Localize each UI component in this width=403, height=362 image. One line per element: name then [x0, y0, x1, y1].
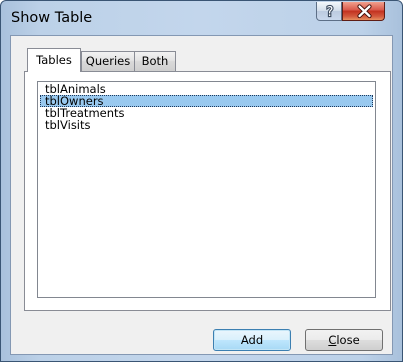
tab-tables-label: Tables [36, 53, 72, 67]
svg-text:?: ? [327, 5, 334, 20]
close-window-button[interactable] [342, 2, 385, 21]
add-button[interactable]: Add [213, 329, 291, 351]
tab-both-label: Both [141, 54, 169, 68]
tab-both[interactable]: Both [134, 51, 176, 71]
tab-queries-label: Queries [85, 54, 131, 68]
help-button[interactable]: ? [316, 2, 342, 21]
add-button-label: Add [240, 333, 264, 347]
tab-queries[interactable]: Queries [81, 51, 134, 71]
question-mark-icon: ? [325, 4, 334, 21]
tab-tables[interactable]: Tables [27, 48, 81, 72]
close-button-label: lose [336, 333, 360, 347]
close-icon [357, 4, 372, 19]
close-button[interactable]: Close [305, 329, 383, 351]
dialog-title: Show Table [11, 10, 93, 26]
table-listbox[interactable]: tblAnimals tblOwners tblTreatments tblVi… [37, 81, 376, 298]
list-item-tblvisits[interactable]: tblVisits [40, 119, 373, 131]
